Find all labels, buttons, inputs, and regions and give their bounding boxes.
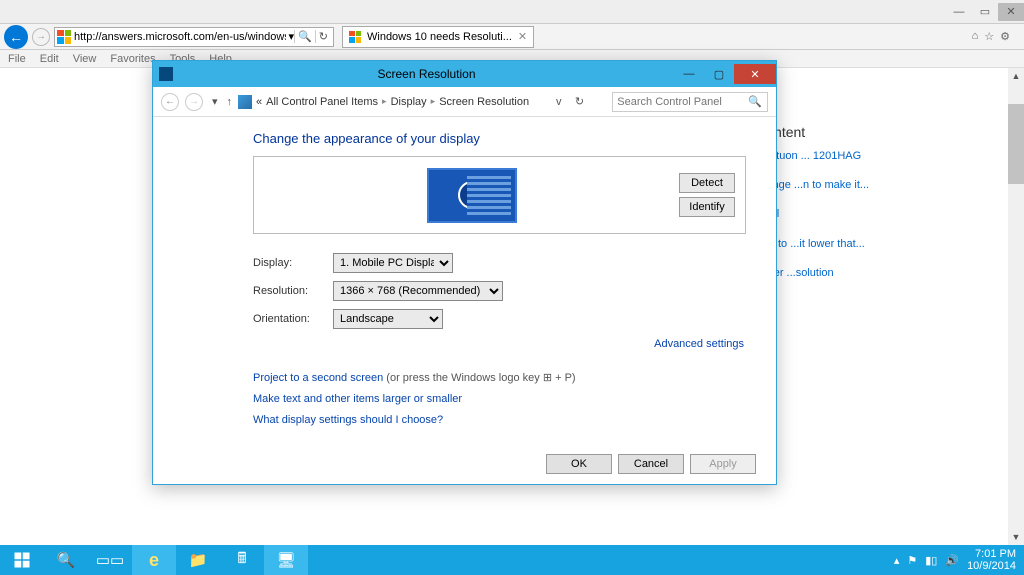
- refresh-icon[interactable]: ↻: [315, 30, 331, 43]
- ie-minimize-button[interactable]: —: [946, 3, 972, 21]
- taskbar-app-button[interactable]: 🖩: [220, 545, 264, 575]
- monitor-number: 1: [458, 181, 486, 209]
- tab-close-icon[interactable]: ✕: [518, 30, 527, 43]
- display-label: Display:: [253, 257, 333, 269]
- taskbar: 🔍 ▭▭ e 📁 🖩 🖥 ▴ ⚑ ▮▯ 🔊 7:01 PM 10/9/2014: [0, 545, 1024, 575]
- orientation-select[interactable]: Landscape: [333, 309, 443, 329]
- breadcrumb-prefix: «: [256, 96, 262, 108]
- breadcrumb-item[interactable]: Screen Resolution: [439, 96, 529, 108]
- text-size-link[interactable]: Make text and other items larger or smal…: [253, 393, 462, 405]
- taskbar-control-panel-button[interactable]: 🖥: [264, 545, 308, 575]
- breadcrumb-item[interactable]: Display: [391, 96, 427, 108]
- minimize-button[interactable]: —: [674, 64, 704, 84]
- forward-button[interactable]: →: [32, 28, 50, 46]
- home-icon[interactable]: ⌂: [972, 30, 979, 43]
- tab-favicon-icon: [349, 31, 361, 43]
- scroll-thumb[interactable]: [1008, 104, 1024, 184]
- ie-restore-button[interactable]: ▭: [972, 3, 998, 21]
- task-view-button[interactable]: ▭▭: [88, 545, 132, 575]
- breadcrumb[interactable]: « All Control Panel Items ▸ Display ▸ Sc…: [238, 95, 529, 109]
- project-screen-link[interactable]: Project to a second screen: [253, 372, 383, 384]
- explorer-nav: ← → ▾ ↑ « All Control Panel Items ▸ Disp…: [153, 87, 776, 117]
- scroll-down-icon[interactable]: ▼: [1008, 529, 1024, 545]
- taskbar-explorer-button[interactable]: 📁: [176, 545, 220, 575]
- help-links: Project to a second screen (or press the…: [253, 368, 746, 431]
- chevron-right-icon: ▸: [431, 96, 436, 107]
- resolution-label: Resolution:: [253, 285, 333, 297]
- window-icon: [159, 67, 173, 81]
- breadcrumb-item[interactable]: All Control Panel Items: [266, 96, 378, 108]
- detect-button[interactable]: Detect: [679, 173, 735, 193]
- window-body: Change the appearance of your display 1 …: [153, 117, 776, 431]
- search-icon[interactable]: 🔍: [743, 95, 767, 108]
- volume-icon[interactable]: 🔊: [945, 554, 959, 567]
- tab-title: Windows 10 needs Resoluti...: [367, 31, 512, 43]
- clock-time: 7:01 PM: [967, 548, 1016, 560]
- system-tray: ▴ ⚑ ▮▯ 🔊 7:01 PM 10/9/2014: [894, 548, 1024, 572]
- cancel-button[interactable]: Cancel: [618, 454, 684, 474]
- tools-icon[interactable]: ⚙: [1000, 30, 1010, 43]
- taskbar-ie-button[interactable]: e: [132, 545, 176, 575]
- nav-back-button[interactable]: ←: [161, 93, 179, 111]
- menu-favorites[interactable]: Favorites: [110, 53, 155, 65]
- menu-file[interactable]: File: [8, 53, 26, 65]
- nav-up-button[interactable]: ↑: [227, 96, 233, 108]
- monitor-icon[interactable]: 1: [427, 168, 517, 223]
- display-select[interactable]: 1. Mobile PC Display: [333, 253, 453, 273]
- address-bar[interactable]: ▾ 🔍 ↻: [54, 27, 334, 47]
- apply-button: Apply: [690, 454, 756, 474]
- start-button[interactable]: [0, 545, 44, 575]
- search-icon[interactable]: 🔍: [294, 30, 315, 43]
- close-button[interactable]: ✕: [734, 64, 776, 84]
- resolution-select[interactable]: 1366 × 768 (Recommended): [333, 281, 503, 301]
- chevron-right-icon: ▸: [382, 96, 387, 107]
- ok-button[interactable]: OK: [546, 454, 612, 474]
- refresh-button[interactable]: ↻: [570, 95, 588, 108]
- project-hint: (or press the Windows logo key ⊞ + P): [383, 372, 575, 384]
- clock-date: 10/9/2014: [967, 560, 1016, 572]
- tray-up-icon[interactable]: ▴: [894, 554, 900, 567]
- url-input[interactable]: [71, 31, 289, 43]
- identify-button[interactable]: Identify: [679, 197, 735, 217]
- ie-toolbar: ← → ▾ 🔍 ↻ Windows 10 needs Resoluti... ✕…: [0, 24, 1024, 50]
- nav-recent-icon[interactable]: ▾: [209, 95, 221, 108]
- network-icon[interactable]: ▮▯: [925, 554, 937, 567]
- window-title: Screen Resolution: [179, 67, 674, 81]
- page-heading: Change the appearance of your display: [253, 131, 746, 146]
- display-preview: 1 Detect Identify: [253, 156, 746, 234]
- ms-favicon-icon: [57, 30, 71, 44]
- advanced-settings-link[interactable]: Advanced settings: [654, 338, 744, 350]
- breadcrumb-dropdown-icon[interactable]: v: [553, 96, 565, 108]
- action-center-icon[interactable]: ⚑: [907, 554, 917, 567]
- display-help-link[interactable]: What display settings should I choose?: [253, 414, 443, 426]
- maximize-button[interactable]: ▢: [704, 64, 734, 84]
- scroll-up-icon[interactable]: ▲: [1008, 68, 1024, 84]
- screen-resolution-window: Screen Resolution — ▢ ✕ ← → ▾ ↑ « All Co…: [152, 60, 777, 485]
- clock[interactable]: 7:01 PM 10/9/2014: [967, 548, 1016, 572]
- menu-edit[interactable]: Edit: [40, 53, 59, 65]
- search-button[interactable]: 🔍: [44, 545, 88, 575]
- browser-tab[interactable]: Windows 10 needs Resoluti... ✕: [342, 26, 534, 48]
- ie-window-controls: — ▭ ✕: [0, 0, 1024, 24]
- favorites-icon[interactable]: ☆: [984, 30, 994, 43]
- ie-close-button[interactable]: ✕: [998, 3, 1024, 21]
- back-button[interactable]: ←: [4, 25, 28, 49]
- dialog-buttons: OK Cancel Apply: [546, 454, 756, 474]
- search-input[interactable]: [613, 96, 743, 108]
- search-box[interactable]: 🔍: [612, 92, 768, 112]
- windows-key-icon: ⊞: [543, 372, 552, 384]
- control-panel-icon: [238, 95, 252, 109]
- ie-command-bar: ⌂ ☆ ⚙: [972, 30, 1020, 43]
- menu-view[interactable]: View: [73, 53, 97, 65]
- nav-forward-button: →: [185, 93, 203, 111]
- orientation-label: Orientation:: [253, 313, 333, 325]
- window-titlebar[interactable]: Screen Resolution — ▢ ✕: [153, 61, 776, 87]
- ie-scrollbar[interactable]: ▲ ▼: [1008, 68, 1024, 545]
